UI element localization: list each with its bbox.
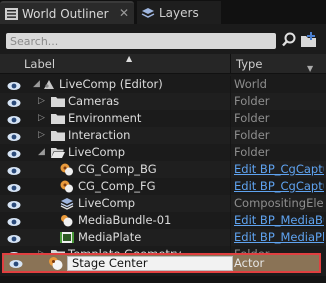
tree-row-type: Folder — [234, 128, 270, 142]
column-menu-icon[interactable]: ▼ — [307, 64, 313, 73]
tree-row-type: Actor — [234, 256, 265, 270]
tree-row-type: World — [234, 77, 267, 91]
tree-row-folder[interactable]: ◢ LiveComp Folder — [0, 144, 326, 161]
world-icon — [42, 78, 56, 91]
tab-layers-label: Layers — [159, 5, 199, 20]
edit-blueprint-link[interactable]: Edit BP_MediaBu — [234, 212, 324, 229]
expand-arrow-icon[interactable]: ◢ — [33, 76, 40, 93]
collapse-arrow-icon[interactable]: ▷ — [38, 127, 45, 144]
panel-footer — [0, 276, 326, 283]
tree-row-label: Interaction — [68, 128, 131, 142]
folder-icon — [51, 95, 65, 108]
tree-row-label: MediaBundle-01 — [78, 213, 172, 227]
tree-row-label: MediaPlate — [78, 230, 142, 244]
tree-row-actor[interactable]: MediaBundle-01 Edit BP_MediaBu — [0, 212, 326, 229]
tab-layers[interactable]: Layers — [137, 1, 221, 24]
edit-blueprint-link[interactable]: Edit BP_MediaPl — [234, 229, 324, 246]
tree-row-label: Environment — [68, 111, 142, 125]
tab-world-outliner-label: World Outliner — [22, 6, 109, 21]
list-icon — [0, 7, 22, 20]
folder-open-icon — [51, 146, 65, 159]
tree-row-label: LiveComp (Editor) — [59, 77, 163, 91]
search-icon[interactable] — [281, 31, 297, 49]
rename-text-field[interactable]: Stage Center — [67, 256, 233, 271]
tree-row-type: Folder — [234, 111, 270, 125]
tree-row-folder[interactable]: ▷ Environment Folder — [0, 110, 326, 127]
compositing-icon — [60, 197, 74, 210]
folder-icon — [51, 129, 65, 142]
collapse-arrow-icon[interactable]: ▷ — [38, 93, 45, 110]
tree-row-actor[interactable]: MediaPlate Edit BP_MediaPl — [0, 229, 326, 246]
close-icon[interactable]: ✕ — [119, 6, 129, 20]
actor-icon — [48, 256, 64, 271]
search-box[interactable] — [6, 33, 276, 49]
tree-row-actor[interactable]: CG_Comp_BG Edit BP_CgCaptu — [0, 161, 326, 178]
expand-arrow-icon[interactable]: ◢ — [38, 144, 45, 161]
column-divider[interactable] — [230, 54, 231, 74]
tree-row-label: Cameras — [68, 94, 120, 108]
tree-row-type: CompositingElem — [234, 196, 324, 210]
tree-row-world[interactable]: ◢ LiveComp (Editor) World — [0, 76, 326, 93]
tree-row-label: CG_Comp_FG — [78, 179, 156, 193]
tree-row-folder[interactable]: ▷ Cameras Folder — [0, 93, 326, 110]
layers-icon — [137, 7, 159, 19]
tree-row-selected-actor[interactable]: Stage Center Actor — [2, 253, 321, 273]
media-bundle-icon — [60, 214, 74, 227]
search-input[interactable] — [6, 33, 276, 49]
edit-blueprint-link[interactable]: Edit BP_CgCaptu — [234, 161, 324, 178]
collapse-arrow-icon[interactable]: ▷ — [38, 110, 45, 127]
tree-row-actor[interactable]: CG_Comp_FG Edit BP_CgCaptu — [0, 178, 326, 195]
sort-ascending-icon[interactable]: ▲ — [126, 54, 132, 63]
outliner-tree: ◢ LiveComp (Editor) World ▷ Cameras Fold… — [0, 76, 326, 263]
column-divider-line — [230, 76, 231, 266]
add-folder-icon[interactable] — [300, 31, 318, 49]
tree-row-type: Folder — [234, 145, 270, 159]
visibility-eye-icon[interactable] — [9, 258, 23, 272]
world-outliner-panel: Label ▲ Type ▼ ◢ LiveComp (Editor) World… — [0, 24, 326, 283]
tab-bar: World Outliner ✕ Layers — [0, 0, 326, 24]
column-header: Label ▲ Type ▼ — [0, 54, 326, 74]
type-column-header[interactable]: Type — [236, 57, 262, 71]
edit-blueprint-link[interactable]: Edit BP_CgCaptu — [234, 178, 324, 195]
tree-row-folder[interactable]: ▷ Interaction Folder — [0, 127, 326, 144]
tab-world-outliner[interactable]: World Outliner ✕ — [0, 1, 134, 24]
tree-row-actor[interactable]: LiveComp CompositingElem — [0, 195, 326, 212]
cg-capture-icon — [60, 163, 74, 176]
cg-capture-icon — [60, 180, 74, 193]
media-plate-icon — [60, 231, 74, 244]
tree-row-type: Folder — [234, 94, 270, 108]
tree-row-label: LiveComp — [68, 145, 126, 159]
folder-icon — [51, 112, 65, 125]
label-column-header[interactable]: Label — [24, 57, 55, 71]
tree-row-label: CG_Comp_BG — [78, 162, 157, 176]
tree-row-label: LiveComp — [78, 196, 136, 210]
